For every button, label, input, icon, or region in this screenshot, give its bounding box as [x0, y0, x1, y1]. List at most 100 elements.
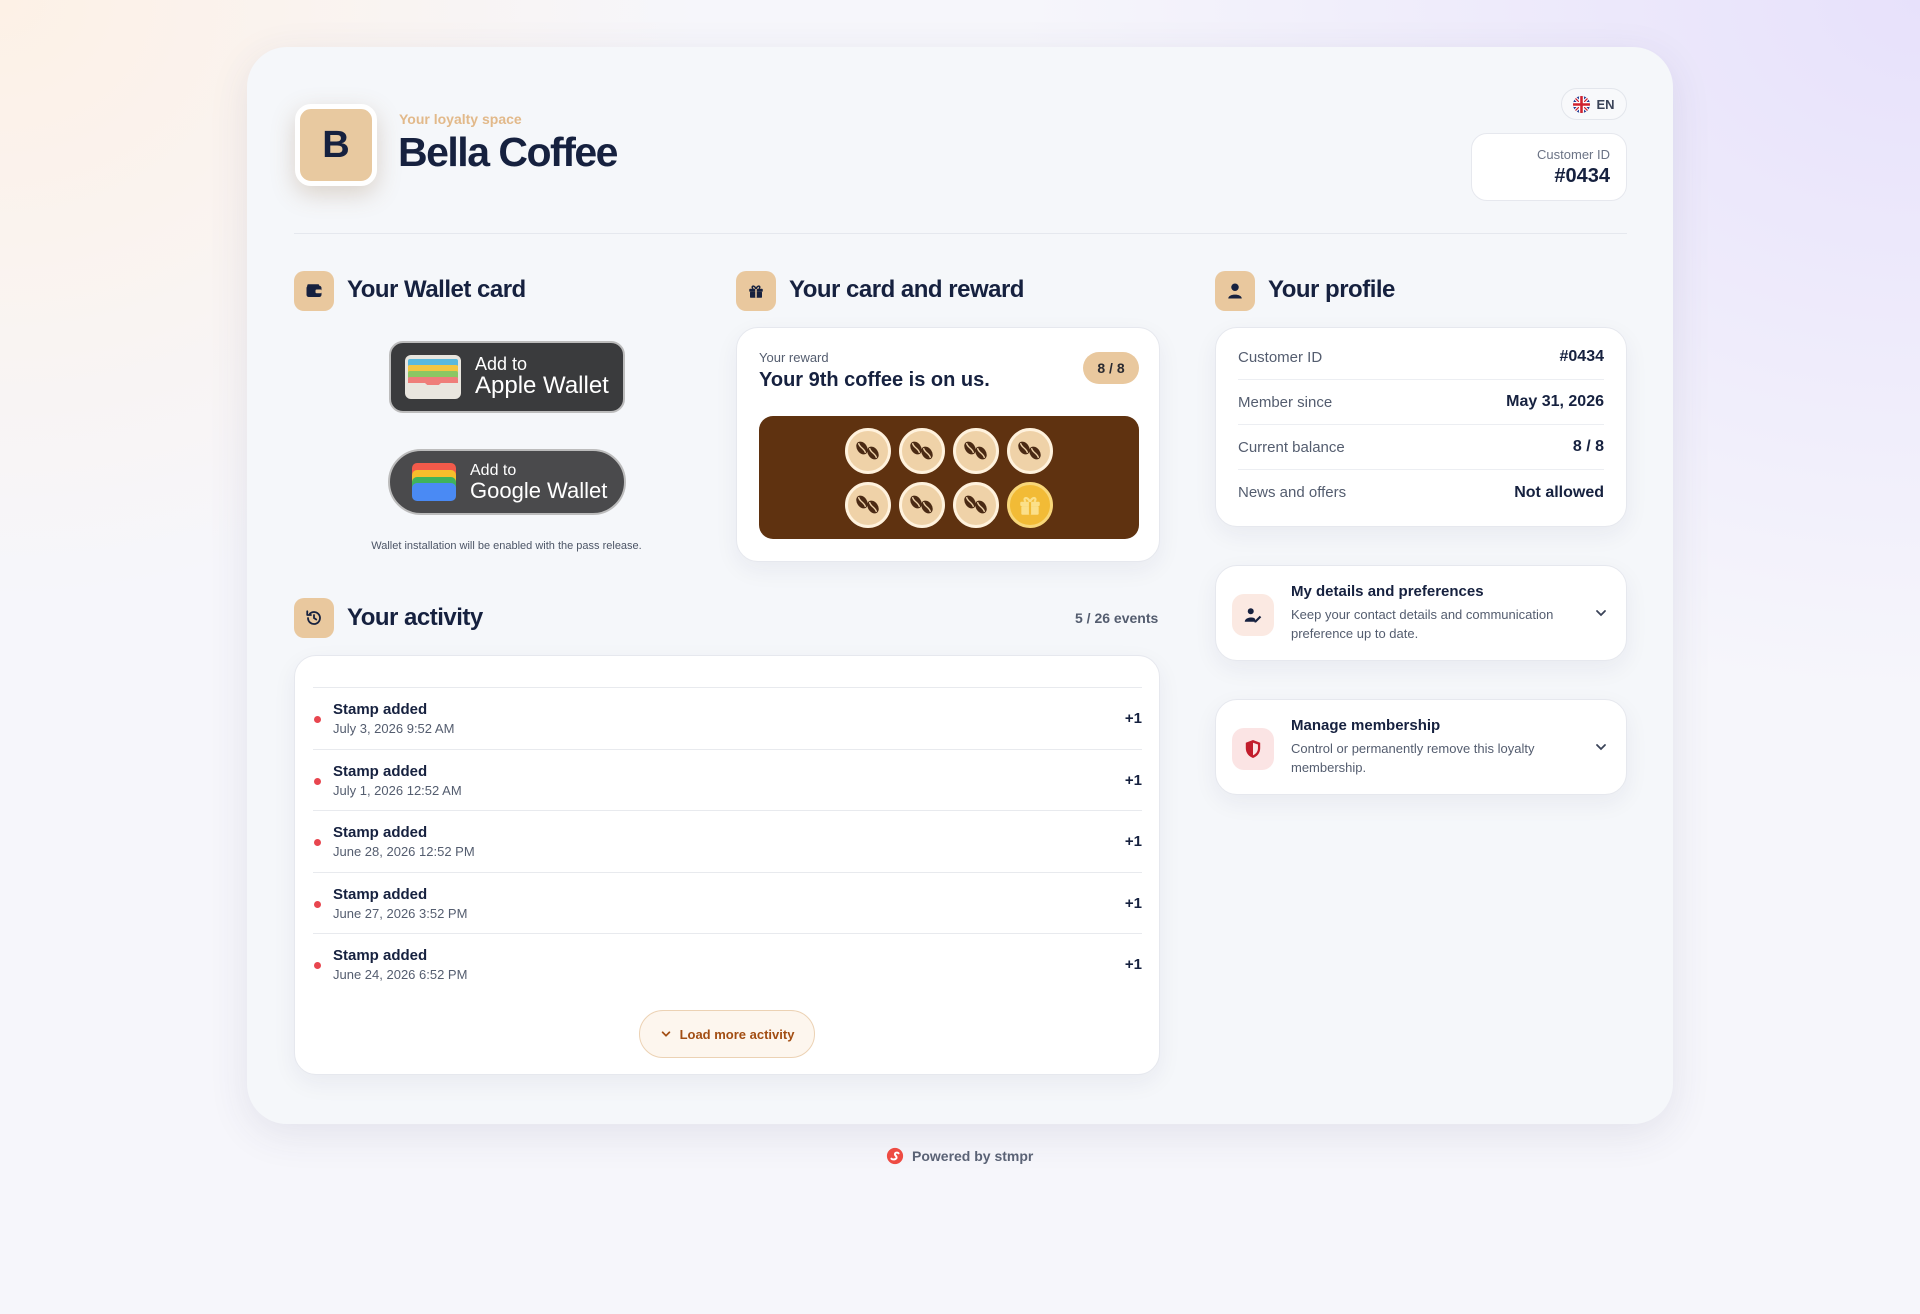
profile-row-value: #0434: [1559, 348, 1605, 365]
details-title: My details and preferences: [1291, 583, 1484, 600]
brand-logo-letter: B: [322, 123, 350, 166]
manage-membership-accordion[interactable]: Manage membership Control or permanently…: [1215, 699, 1627, 795]
gift-icon: [736, 271, 776, 311]
activity-count: 5 / 26 events: [1075, 610, 1159, 626]
activity-points: +1: [1124, 710, 1142, 727]
brand-subtitle: Your loyalty space: [399, 111, 522, 127]
activity-title: Stamp added: [333, 885, 428, 903]
activity-title: Stamp added: [333, 824, 428, 841]
profile-section-title: Your profile: [1268, 276, 1395, 303]
google-wallet-line1: Add to: [470, 461, 517, 479]
activity-dot: [314, 962, 321, 969]
activity-card: Stamp added July 3, 2026 9:52 AM +1 Stamp …: [294, 655, 1160, 1075]
reward-gift-stamp: [1007, 481, 1053, 528]
activity-date: June 24, 2026 6:52 PM: [333, 967, 468, 982]
reward-card: Your reward Your 9th coffee is on us. 8 …: [736, 327, 1160, 562]
coffee-stamp: [1007, 427, 1053, 474]
coffee-stamp: [845, 427, 891, 474]
coffee-bean-icon: [856, 495, 879, 513]
reward-section-title: Your card and reward: [789, 276, 1024, 303]
activity-dot: [314, 716, 321, 723]
wallet-note: Wallet installation will be enabled with…: [371, 540, 642, 552]
activity-points: +1: [1124, 833, 1142, 850]
profile-row-news-offers: News and offers Not allowed: [1238, 470, 1604, 515]
load-more-label: Load more activity: [679, 1026, 795, 1042]
activity-section-title: Your activity: [347, 604, 483, 631]
powered-by-footer[interactable]: Powered by stmpr: [886, 1147, 1033, 1165]
activity-item: Stamp added July 1, 2026 12:52 AM +1: [313, 750, 1142, 811]
coffee-bean-icon: [910, 495, 933, 513]
customer-id-box: Customer ID #0434: [1471, 133, 1627, 201]
user-icon: [1215, 271, 1255, 311]
apple-wallet-icon: [405, 355, 461, 399]
profile-row-label: Member since: [1238, 393, 1333, 411]
details-preferences-accordion[interactable]: My details and preferences Keep your con…: [1215, 565, 1627, 661]
reward-label: Your reward: [759, 350, 829, 365]
membership-title: Manage membership: [1291, 717, 1441, 734]
profile-row-member-since: Member since May 31, 2026: [1238, 380, 1604, 425]
wallet-section-title: Your Wallet card: [347, 276, 526, 303]
stamp-board: [759, 416, 1139, 539]
activity-list: Stamp added July 3, 2026 9:52 AM +1 Stamp …: [313, 687, 1142, 996]
activity-date: June 28, 2026 12:52 PM: [333, 844, 475, 859]
profile-row-label: Current balance: [1238, 438, 1345, 456]
activity-points: +1: [1124, 956, 1142, 973]
profile-row-label: Customer ID: [1238, 348, 1323, 366]
loyalty-card-panel: B Your loyalty space Bella Coffee EN Cus…: [247, 47, 1673, 1124]
brand-title: Bella Coffee: [398, 129, 618, 175]
history-icon: [294, 598, 334, 638]
stmpr-logo-icon: [886, 1147, 904, 1165]
apple-wallet-line1: Add to: [475, 354, 528, 374]
activity-dot: [314, 900, 321, 908]
profile-row-value: May 31, 2026: [1506, 393, 1604, 410]
reward-title: Your 9th coffee is on us.: [759, 369, 990, 391]
coffee-bean-icon: [964, 441, 987, 459]
load-more-activity-button[interactable]: Load more activity: [639, 1010, 815, 1058]
chevron-down-icon: [661, 1031, 670, 1037]
coffee-stamp: [899, 481, 945, 528]
coffee-bean-icon: [964, 495, 987, 513]
chevron-down-icon: [1596, 610, 1606, 617]
activity-item: Stamp added July 3, 2026 9:52 AM +1: [313, 688, 1142, 750]
profile-row-value: Not allowed: [1514, 483, 1604, 501]
uk-flag-icon: [1573, 95, 1591, 113]
coffee-stamp: [953, 481, 999, 528]
google-wallet-icon: [412, 463, 456, 501]
coffee-stamp: [953, 427, 999, 474]
reward-progress-badge: 8 / 8: [1083, 352, 1139, 384]
activity-title: Stamp added: [333, 947, 428, 964]
gift-icon: [1020, 496, 1040, 515]
profile-row-current-balance: Current balance 8 / 8: [1238, 425, 1604, 470]
profile-row-value: 8 / 8: [1572, 438, 1604, 455]
google-wallet-line2: Google Wallet: [470, 477, 608, 503]
user-edit-icon: [1232, 594, 1274, 636]
membership-description: Control or permanently remove this loyal…: [1291, 741, 1535, 775]
profile-card: Customer ID #0434 Member since May 31, 202…: [1215, 327, 1627, 527]
activity-dot: [314, 777, 321, 785]
customer-id-label: Customer ID: [1537, 147, 1610, 162]
profile-row-customer-id: Customer ID #0434: [1238, 335, 1604, 380]
activity-date: July 1, 2026 12:52 AM: [333, 782, 462, 798]
powered-by-label: Powered by stmpr: [912, 1148, 1034, 1164]
language-label: EN: [1596, 96, 1615, 112]
language-selector[interactable]: EN: [1561, 88, 1627, 120]
activity-points: +1: [1124, 894, 1142, 912]
activity-item: Stamp added June 28, 2026 12:52 PM +1: [313, 811, 1142, 873]
add-to-apple-wallet-button[interactable]: Add to Apple Wallet: [389, 341, 625, 413]
activity-item: Stamp added June 27, 2026 3:52 PM +1: [313, 873, 1142, 934]
coffee-stamp: [899, 427, 945, 474]
details-description: Keep your contact details and communicat…: [1291, 607, 1554, 641]
activity-dot: [314, 839, 321, 846]
apple-wallet-line2: Apple Wallet: [475, 372, 609, 399]
coffee-stamp: [845, 481, 891, 528]
add-to-google-wallet-button[interactable]: Add to Google Wallet: [388, 449, 626, 515]
activity-item: Stamp added June 24, 2026 6:52 PM +1: [313, 934, 1142, 996]
shield-icon: [1232, 728, 1274, 770]
wallet-icon: [294, 271, 334, 311]
coffee-bean-icon: [1018, 441, 1041, 459]
profile-row-label: News and offers: [1238, 484, 1347, 501]
activity-points: +1: [1124, 771, 1142, 789]
customer-id-value: #0434: [1554, 165, 1610, 187]
activity-date: July 3, 2026 9:52 AM: [333, 721, 455, 736]
activity-title: Stamp added: [333, 762, 428, 780]
